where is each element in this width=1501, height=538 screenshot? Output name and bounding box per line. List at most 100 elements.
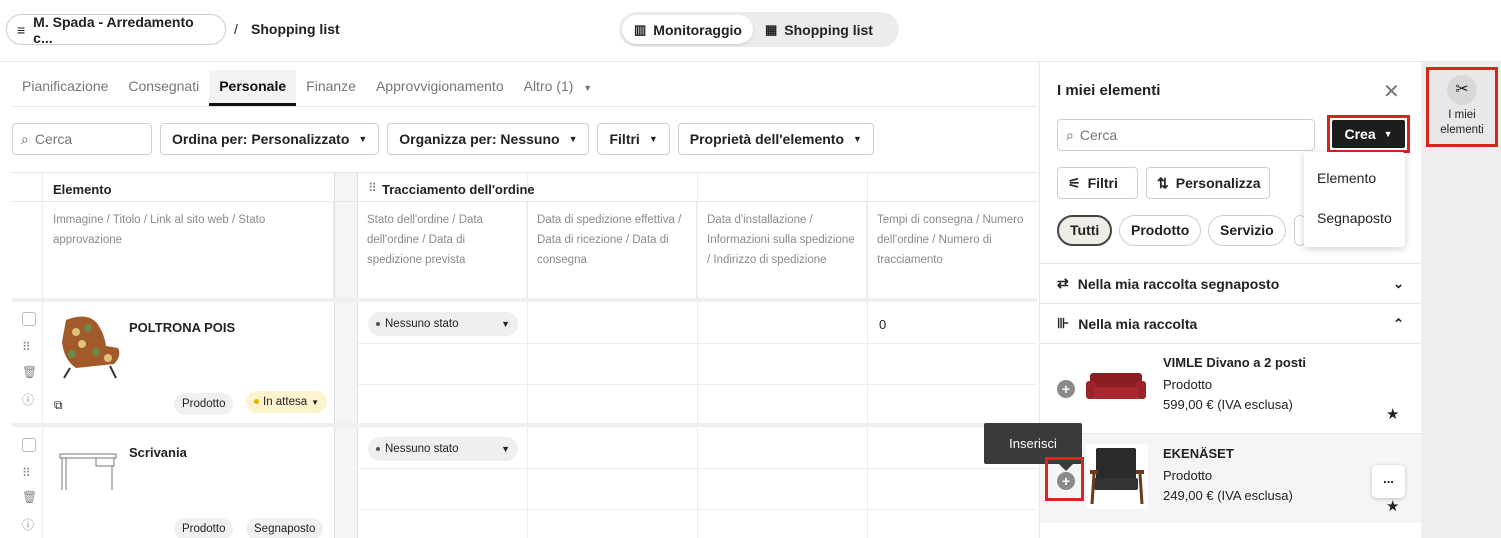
type-chip: Prodotto <box>174 393 234 415</box>
project-name: M. Spada - Arredamento c... <box>33 13 194 46</box>
item-title[interactable]: POLTRONA POIS <box>129 320 235 335</box>
project-menu-button[interactable]: ≡ M. Spada - Arredamento c... <box>6 13 226 46</box>
subheader-order-status: Stato dell'ordine / Data dell'ordine / D… <box>357 202 527 300</box>
subheader-installation: Data d'installazione / Informazioni sull… <box>697 202 867 300</box>
caret-down-icon: ▼ <box>501 319 510 329</box>
my-items-rail-button[interactable]: ✂ I miei elementi <box>1426 67 1498 147</box>
sliders-icon: ⚟ <box>1068 174 1081 191</box>
swap-icon: ⇄ <box>1057 275 1069 291</box>
panel-filters-button[interactable]: ⚟ Filtri <box>1057 167 1138 199</box>
more-options-button[interactable]: ... <box>1372 465 1405 498</box>
item-price: 249,00 € (IVA esclusa) <box>1163 488 1293 503</box>
tab-bar: Pianificazione Consegnati Personale Fina… <box>12 70 1037 107</box>
items-table: Elemento ⠿ Tracciamento dell'ordine Imma… <box>12 172 1037 538</box>
order-status-dropdown[interactable]: Nessuno stato ▼ <box>368 312 518 336</box>
product-image <box>1090 448 1144 505</box>
collection-item[interactable]: + EKENÄSET Prodotto 249,00 € (IVA esclus… <box>1040 433 1421 523</box>
external-link-icon[interactable]: ⧉ <box>54 398 63 413</box>
close-icon[interactable]: ✕ <box>1383 79 1400 104</box>
caret-down-icon: ▼ <box>568 134 578 144</box>
tab-finanze[interactable]: Finanze <box>296 70 366 106</box>
table-header: Elemento ⠿ Tracciamento dell'ordine <box>12 172 1037 202</box>
customize-button[interactable]: ⇅ Personalizza <box>1146 167 1270 199</box>
view-monitoraggio[interactable]: ▥ Monitoraggio <box>622 15 753 44</box>
tab-approvvigionamento[interactable]: Approvvigionamento <box>366 70 514 106</box>
tools-icon: ✂ <box>1447 75 1477 105</box>
breadcrumb-current: Shopping list <box>251 21 340 37</box>
item-title: EKENÄSET <box>1163 446 1234 461</box>
view-shopping-list[interactable]: ▦ Shopping list <box>753 15 885 44</box>
product-image <box>62 316 120 379</box>
insert-button-highlight <box>1045 457 1084 501</box>
tab-consegnati[interactable]: Consegnati <box>118 70 209 106</box>
trash-icon[interactable]: 🗑 <box>22 365 37 379</box>
properties-dropdown[interactable]: Proprietà dell'elemento ▼ <box>677 123 874 155</box>
item-title: VIMLE Divano a 2 posti <box>1163 355 1307 370</box>
drag-handle-icon[interactable]: ⠿ <box>22 466 31 480</box>
column-header-element: Elemento <box>53 182 112 197</box>
info-icon[interactable]: ⓘ <box>22 391 34 408</box>
hamburger-icon: ≡ <box>17 21 26 38</box>
breadcrumb-separator: / <box>234 21 238 37</box>
frozen-column-divider <box>334 172 358 538</box>
subheader-element: Immagine / Titolo / Link al sito web / S… <box>43 202 334 300</box>
caret-down-icon: ▼ <box>583 83 593 93</box>
collection-icon: ⊪ <box>1057 315 1070 331</box>
section-my-collection[interactable]: ⊪ Nella mia raccolta ⌃ <box>1040 303 1421 343</box>
tab-altro[interactable]: Altro (1) ▼ <box>514 70 603 106</box>
my-items-panel: I miei elementi ✕ ⌕ Cerca Crea ▼ ⚟ Filtri … <box>1039 62 1421 538</box>
star-icon[interactable]: ★ <box>1386 497 1399 515</box>
caret-down-icon: ▼ <box>358 134 368 144</box>
item-type: Prodotto <box>1163 377 1213 392</box>
pill-all[interactable]: Tutti <box>1057 215 1113 246</box>
star-icon[interactable]: ★ <box>1386 405 1399 423</box>
info-icon[interactable]: ⓘ <box>22 516 34 533</box>
columns-icon: ▥ <box>634 21 647 37</box>
section-placeholder-collection[interactable]: ⇄ Nella mia raccolta segnaposto ⌄ <box>1040 263 1421 303</box>
product-image <box>59 453 117 490</box>
view-switcher: ▥ Monitoraggio ▦ Shopping list <box>619 12 899 47</box>
table-search-input[interactable]: ⌕ Cerca <box>12 123 152 155</box>
rail-label: I miei elementi <box>1440 109 1484 136</box>
panel-title: I miei elementi <box>1057 82 1161 99</box>
create-button[interactable]: Crea ▼ <box>1332 120 1405 148</box>
adjust-icon: ⇅ <box>1157 174 1169 191</box>
sort-dropdown[interactable]: Ordina per: Personalizzato ▼ <box>160 123 380 155</box>
pill-product[interactable]: Prodotto <box>1119 215 1202 246</box>
subheader-shipping-date: Data di spedizione effettiva / Data di r… <box>527 202 697 300</box>
grid-icon: ▦ <box>765 21 778 37</box>
trash-icon[interactable]: 🗑 <box>22 490 37 504</box>
top-bar: ≡ M. Spada - Arredamento c... / Shopping… <box>0 0 1501 62</box>
collection-item[interactable]: + VIMLE Divano a 2 posti Prodotto 599,00… <box>1040 343 1421 433</box>
panel-search-input[interactable]: ⌕ Cerca <box>1057 119 1315 151</box>
item-type: Prodotto <box>1163 468 1213 483</box>
drag-handle-icon[interactable]: ⠿ <box>22 340 31 354</box>
right-rail: ✂ I miei elementi <box>1421 62 1501 538</box>
row-checkbox[interactable] <box>22 438 36 452</box>
caret-down-icon: ▼ <box>311 398 320 407</box>
row-checkbox[interactable] <box>22 312 36 326</box>
caret-down-icon: ▼ <box>648 134 658 144</box>
column-header-tracking: Tracciamento dell'ordine <box>382 182 535 197</box>
pill-service[interactable]: Servizio <box>1208 215 1286 246</box>
add-icon[interactable]: + <box>1057 380 1075 398</box>
drag-handle-icon[interactable]: ⠿ <box>368 181 377 195</box>
caret-down-icon: ▼ <box>853 134 862 144</box>
approval-status-chip[interactable]: In attesa ▼ <box>246 391 328 413</box>
lead-time-value: 0 <box>879 317 887 332</box>
search-icon: ⌕ <box>21 130 29 147</box>
subheader-lead-time: Tempi di consegna / Numero dell'ordine /… <box>877 214 1024 266</box>
filters-dropdown[interactable]: Filtri ▼ <box>597 123 670 155</box>
chevron-up-icon: ⌃ <box>1393 315 1404 331</box>
menu-item-placeholder[interactable]: Segnaposto <box>1317 210 1392 226</box>
tab-pianificazione[interactable]: Pianificazione <box>12 70 118 106</box>
item-price: 599,00 € (IVA esclusa) <box>1163 397 1293 412</box>
menu-item-element[interactable]: Elemento <box>1317 170 1376 186</box>
caret-down-icon: ▼ <box>1383 129 1393 139</box>
organize-dropdown[interactable]: Organizza per: Nessuno ▼ <box>387 123 590 155</box>
approval-status-chip: Segnaposto <box>246 518 324 538</box>
type-chip: Prodotto <box>174 518 234 538</box>
tab-personale[interactable]: Personale <box>209 70 297 106</box>
item-title[interactable]: Scrivania <box>129 445 187 460</box>
order-status-dropdown[interactable]: Nessuno stato ▼ <box>368 437 518 461</box>
